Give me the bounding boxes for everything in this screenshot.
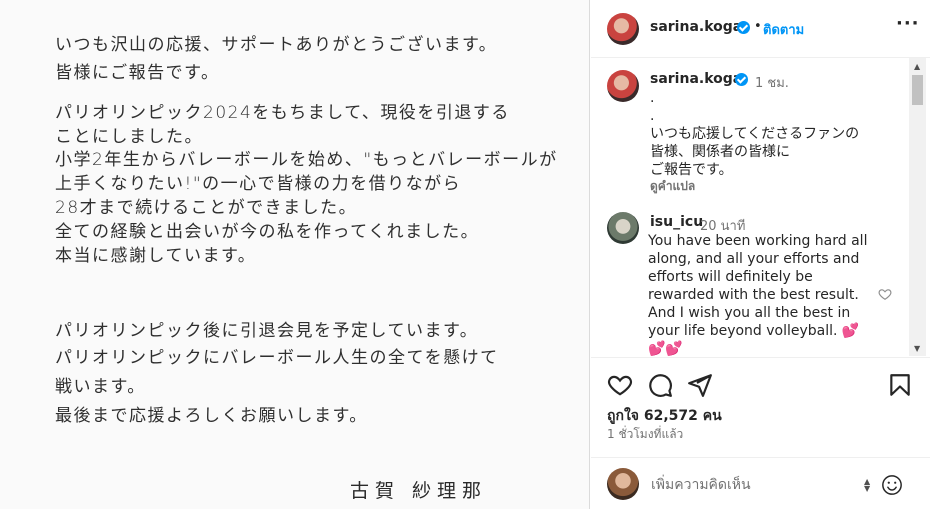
letter-line: いつも沢山の応援、サポートありがとうございます。 — [55, 35, 498, 55]
letter-line: パリオリンピック2024をもちまして、現役を引退する — [55, 103, 510, 123]
bookmark-icon[interactable] — [887, 372, 913, 398]
verified-badge-icon — [735, 73, 748, 86]
heart-outline-icon[interactable] — [878, 287, 892, 301]
share-icon[interactable] — [687, 372, 713, 398]
scrollbar[interactable]: ▲ ▼ — [909, 58, 926, 356]
letter-line: パリオリンピックにバレーボール人生の全てを懸けて — [55, 348, 499, 368]
letter-line: 皆様にご報告です。 — [55, 63, 220, 83]
scroll-down-icon[interactable]: ▼ — [914, 344, 920, 353]
input-stepper[interactable]: ▲ ▼ — [864, 478, 870, 493]
heart-icon[interactable] — [607, 372, 633, 398]
letter-line: 本当に感謝しています。 — [55, 246, 257, 266]
signature: 古賀 紗理那 — [350, 480, 488, 502]
post-image: いつも沢山の応援、サポートありがとうございます。 皆様にご報告です。 パリオリン… — [0, 0, 590, 509]
post-header: sarina.koga • ติดตาม ··· — [591, 0, 930, 58]
emoji-icon[interactable] — [881, 474, 903, 496]
separator-dot: • — [754, 19, 762, 34]
caption-avatar[interactable] — [607, 70, 639, 102]
follow-button[interactable]: ติดตาม — [763, 19, 804, 40]
post-timestamp[interactable]: 1 ชั่วโมงที่แล้ว — [607, 425, 683, 444]
avatar[interactable] — [607, 13, 639, 45]
letter-line: 小学2年生からバレーボールを始め、"もっとバレーボールが — [55, 150, 558, 170]
letter-line: 全ての経験と出会いが今の私を作ってくれました。 — [55, 222, 480, 242]
comment-username[interactable]: isu_icu — [650, 214, 703, 230]
scrollbar-thumb[interactable] — [912, 75, 923, 105]
comment-text: You have been working hard all along, an… — [648, 233, 868, 356]
letter-line: ことにしました。 — [55, 127, 203, 147]
translate-link[interactable]: ดูคำแปล — [650, 177, 695, 196]
scroll-up-icon[interactable]: ▲ — [914, 62, 920, 71]
likes-count[interactable]: ถูกใจ 62,572 คน — [607, 405, 722, 427]
comment-icon[interactable] — [647, 372, 673, 398]
header-username[interactable]: sarina.koga — [650, 19, 742, 35]
caption-username[interactable]: sarina.koga — [650, 71, 742, 87]
commenter-avatar[interactable] — [607, 212, 639, 244]
post-panel: sarina.koga • ติดตาม ··· sarina.koga 1 ช… — [591, 0, 930, 509]
current-user-avatar — [607, 468, 639, 500]
comments-section[interactable]: sarina.koga 1 ชม. . . いつも応援してくださるファンの 皆様… — [591, 58, 930, 356]
verified-badge-icon — [737, 21, 750, 34]
letter-line: 上手くなりたい!"の一心で皆様の力を借りながら — [55, 174, 462, 194]
letter-line: パリオリンピック後に引退会見を予定しています。 — [55, 321, 479, 341]
action-bar: ถูกใจ 62,572 คน 1 ชั่วโมงที่แล้ว — [591, 357, 930, 457]
letter-line: 28才まで続けることができました。 — [55, 198, 358, 218]
add-comment-bar: ▲▼ — [591, 457, 930, 509]
more-options-icon[interactable]: ··· — [896, 13, 920, 34]
letter-line: 戦います。 — [55, 377, 146, 397]
comment-input[interactable] — [651, 474, 866, 496]
caption-text: . . いつも応援してくださるファンの 皆様、関係者の皆様に ご報告です。 — [650, 90, 860, 178]
letter-line: 最後まで応援よろしくお願いします。 — [55, 406, 368, 426]
